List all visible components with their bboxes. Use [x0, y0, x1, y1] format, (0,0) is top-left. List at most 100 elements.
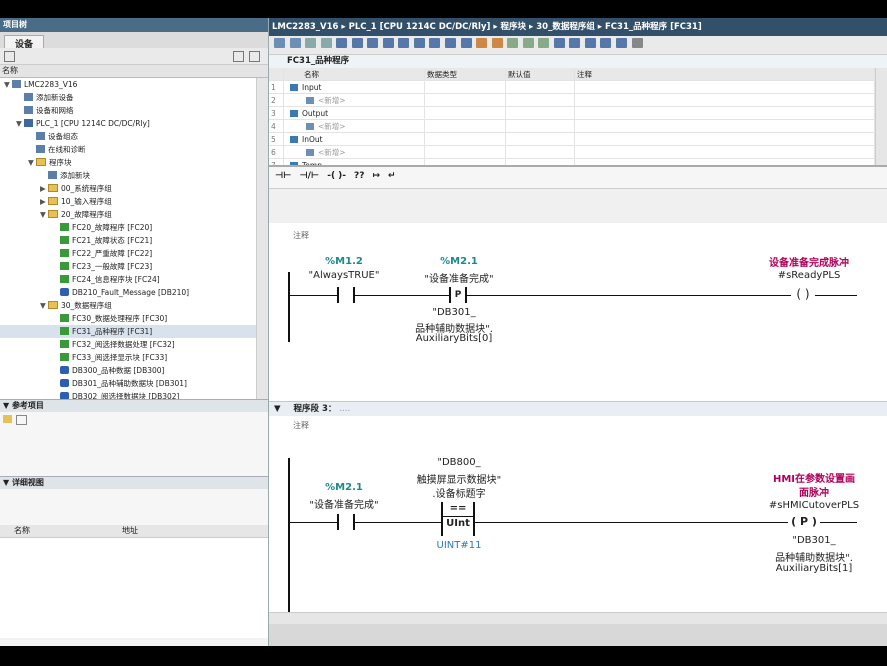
interface-row[interactable]: 5 InOut: [269, 132, 875, 146]
ladder-tool-button[interactable]: ⊣⊢: [275, 171, 291, 181]
toolbar-icon-12[interactable]: [445, 38, 457, 48]
interface-cell[interactable]: [424, 119, 506, 133]
interface-cell[interactable]: [574, 93, 875, 107]
tree-item[interactable]: ▶ 00_系统程序组: [0, 182, 268, 195]
ladder-tool-button[interactable]: ↦: [373, 171, 381, 181]
tree-scrollbar[interactable]: [256, 78, 268, 399]
positive-edge-contact[interactable]: P: [449, 287, 467, 303]
tree-item[interactable]: ▼ 20_故障程序组: [0, 208, 268, 221]
interface-row[interactable]: 4 <新增>: [269, 119, 875, 133]
compare-equal-box[interactable]: == UInt: [441, 502, 475, 536]
interface-cell[interactable]: [505, 145, 575, 159]
interface-row[interactable]: 2 <新增>: [269, 93, 875, 107]
interface-cell[interactable]: [505, 132, 575, 146]
interface-cell[interactable]: [505, 158, 575, 165]
coil-2-positive-edge[interactable]: ( P ): [788, 513, 820, 531]
table-view-icon[interactable]: [4, 51, 15, 62]
toolbar-icon-22[interactable]: [600, 38, 612, 48]
detail-view-header[interactable]: ▼ 详细视图: [0, 476, 268, 489]
tree-item[interactable]: 设备和网络: [0, 104, 268, 117]
interface-cell[interactable]: [574, 119, 875, 133]
tree-item[interactable]: DB210_Fault_Message [DB210]: [0, 286, 268, 299]
tree-item[interactable]: FC24_信息程序块 [FC24]: [0, 273, 268, 286]
delete-network-icon[interactable]: [289, 38, 301, 48]
interface-cell[interactable]: [424, 106, 506, 120]
tree-item[interactable]: ▼ 30_数据程序组: [0, 299, 268, 312]
ladder-tool-button[interactable]: ??: [354, 171, 364, 181]
expand-arrow-icon[interactable]: ▶: [40, 182, 48, 195]
network-3-header[interactable]: ▼ 程序段 3： ....: [269, 401, 887, 417]
tree-item[interactable]: FC22_严重故障 [FC22]: [0, 247, 268, 260]
tree-item[interactable]: FC21_故障状态 [FC21]: [0, 234, 268, 247]
interface-row[interactable]: 3 Output: [269, 106, 875, 120]
tree-item[interactable]: DB302_阅选择数据块 [DB302]: [0, 390, 268, 399]
tree-item[interactable]: FC31_品种程序 [FC31]: [0, 325, 268, 338]
expand-arrow-icon[interactable]: ▼: [40, 299, 48, 312]
ladder-tool-button[interactable]: -( )-: [327, 171, 346, 181]
toolbar-icon-6[interactable]: [351, 38, 363, 48]
toolbar-icon-10[interactable]: [413, 38, 425, 48]
interface-cell[interactable]: [574, 145, 875, 159]
tree-item[interactable]: 设备组态: [0, 130, 268, 143]
contact-1[interactable]: [337, 287, 355, 303]
refresh-icon[interactable]: [249, 51, 260, 62]
tree-item[interactable]: DB301_品种辅助数据块 [DB301]: [0, 377, 268, 390]
expand-arrow-icon[interactable]: ▼: [4, 78, 12, 91]
open-folder-icon[interactable]: [3, 415, 12, 423]
tree-item[interactable]: 添加新块: [0, 169, 268, 182]
ladder-tool-button[interactable]: ↵: [388, 171, 396, 181]
tree-item[interactable]: FC20_故障程序 [FC20]: [0, 221, 268, 234]
grid-icon[interactable]: [233, 51, 244, 62]
expand-arrow-icon[interactable]: ▼: [40, 208, 48, 221]
toolbar-icon-16[interactable]: [507, 38, 519, 48]
reference-projects-header[interactable]: ▼ 参考项目: [0, 399, 268, 412]
tree-item[interactable]: ▶ 10_输入程序组: [0, 195, 268, 208]
tree-item[interactable]: DB300_品种数据 [DB300]: [0, 364, 268, 377]
toolbar-icon-19[interactable]: [553, 38, 565, 48]
toolbar-icon-21[interactable]: [584, 38, 596, 48]
interface-cell[interactable]: [574, 106, 875, 120]
toolbar-icon-17[interactable]: [522, 38, 534, 48]
interface-scrollbar[interactable]: [875, 68, 887, 165]
toolbar-icon-5[interactable]: [336, 38, 348, 48]
interface-cell[interactable]: [505, 80, 575, 94]
expand-arrow-icon[interactable]: ▼: [16, 117, 24, 130]
tree-item[interactable]: ▼ 程序块: [0, 156, 268, 169]
contact-3[interactable]: [337, 514, 355, 530]
ladder-tool-button[interactable]: ⊣/⊢: [299, 171, 319, 181]
interface-cell[interactable]: [574, 132, 875, 146]
tree-item[interactable]: FC30_数据处理程序 [FC30]: [0, 312, 268, 325]
close-project-icon[interactable]: [16, 415, 27, 425]
toolbar-icon-8[interactable]: [382, 38, 394, 48]
toolbar-icon-24[interactable]: [631, 38, 643, 48]
toolbar-icon-4[interactable]: [320, 38, 332, 48]
tree-item[interactable]: ▼ PLC_1 [CPU 1214C DC/DC/Rly]: [0, 117, 268, 130]
interface-cell[interactable]: [505, 119, 575, 133]
toolbar-icon-20[interactable]: [569, 38, 581, 48]
toolbar-icon-18[interactable]: [538, 38, 550, 48]
interface-row[interactable]: 7 Temp: [269, 158, 875, 165]
toolbar-icon-11[interactable]: [429, 38, 441, 48]
toolbar-icon-14[interactable]: [476, 38, 488, 48]
tree-item[interactable]: 添加新设备: [0, 91, 268, 104]
tree-item[interactable]: ▼ LMC2283_V16: [0, 78, 268, 91]
interface-cell[interactable]: [505, 106, 575, 120]
interface-cell[interactable]: [424, 80, 506, 94]
interface-cell[interactable]: [505, 93, 575, 107]
toolbar-icon-23[interactable]: [616, 38, 628, 48]
interface-cell[interactable]: [574, 158, 875, 165]
toolbar-icon-9[interactable]: [398, 38, 410, 48]
toolbar-icon-15[interactable]: [491, 38, 503, 48]
coil-1[interactable]: ( ): [791, 285, 815, 303]
tree-item[interactable]: FC23_一般故障 [FC23]: [0, 260, 268, 273]
toolbar-icon-7[interactable]: [367, 38, 379, 48]
expand-arrow-icon[interactable]: ▼: [28, 156, 36, 169]
tree-item[interactable]: FC32_阅选择数据处理 [FC32]: [0, 338, 268, 351]
tree-item[interactable]: FC33_阅选择显示块 [FC33]: [0, 351, 268, 364]
expand-arrow-icon[interactable]: ▶: [40, 195, 48, 208]
insert-network-icon[interactable]: [274, 38, 285, 48]
tree-item[interactable]: 在线和诊断: [0, 143, 268, 156]
interface-cell[interactable]: [424, 158, 506, 165]
interface-cell[interactable]: [424, 93, 506, 107]
interface-row[interactable]: 6 <新增>: [269, 145, 875, 159]
